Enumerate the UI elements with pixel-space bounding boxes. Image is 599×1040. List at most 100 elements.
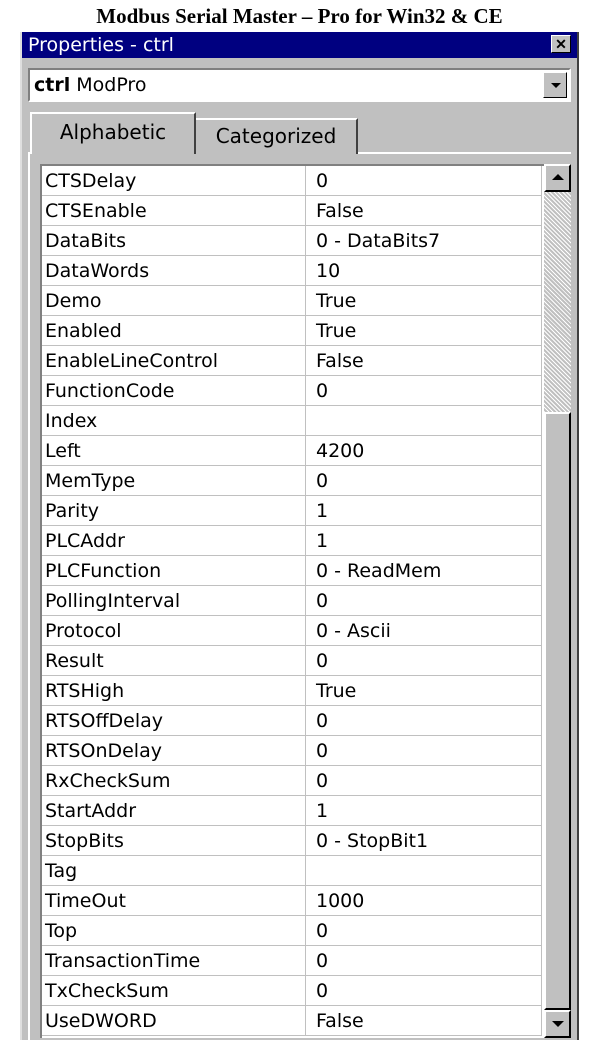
property-row[interactable]: Result 0 — [42, 646, 542, 676]
tab-categorized[interactable]: Categorized — [194, 118, 358, 154]
property-row[interactable]: Tag — [42, 856, 542, 886]
property-row[interactable]: Top 0 — [42, 916, 542, 946]
property-name[interactable]: FunctionCode — [42, 376, 306, 406]
property-name[interactable]: TimeOut — [42, 886, 306, 916]
property-name[interactable]: Protocol — [42, 616, 306, 646]
object-selector[interactable]: ctrl ModPro — [28, 68, 571, 102]
property-value[interactable]: 1 — [306, 496, 542, 526]
property-row[interactable]: TransactionTime 0 — [42, 946, 542, 976]
property-row[interactable]: RTSOffDelay 0 — [42, 706, 542, 736]
property-row[interactable]: DataBits 0 - DataBits7 — [42, 226, 542, 256]
property-name[interactable]: RTSOffDelay — [42, 706, 306, 736]
property-row[interactable]: Index — [42, 406, 542, 436]
property-value[interactable]: True — [306, 316, 542, 346]
property-row[interactable]: CTSDelay 0 — [42, 166, 542, 196]
property-row[interactable]: StopBits 0 - StopBit1 — [42, 826, 542, 856]
object-selector-dropdown-button[interactable] — [543, 72, 567, 98]
close-icon: ✕ — [555, 36, 567, 52]
property-row[interactable]: Enabled True — [42, 316, 542, 346]
property-name[interactable]: RTSHigh — [42, 676, 306, 706]
property-name[interactable]: RxCheckSum — [42, 766, 306, 796]
property-row[interactable]: TimeOut 1000 — [42, 886, 542, 916]
property-value[interactable]: 0 — [306, 166, 542, 196]
vertical-scrollbar[interactable] — [544, 164, 571, 1040]
property-name[interactable]: StartAddr — [42, 796, 306, 826]
property-value[interactable]: True — [306, 286, 542, 316]
property-value[interactable]: 1000 — [306, 886, 542, 916]
property-value[interactable]: 0 — [306, 976, 542, 1006]
property-value[interactable]: 0 - ReadMem — [306, 556, 542, 586]
close-button[interactable]: ✕ — [551, 35, 571, 53]
property-row[interactable]: PLCAddr 1 — [42, 526, 542, 556]
property-name[interactable]: Index — [42, 406, 306, 436]
property-value[interactable]: True — [306, 676, 542, 706]
property-name[interactable]: PollingInterval — [42, 586, 306, 616]
scroll-up-button[interactable] — [544, 164, 571, 192]
property-name[interactable]: StopBits — [42, 826, 306, 856]
property-value[interactable] — [306, 406, 542, 436]
property-name[interactable]: RTSOnDelay — [42, 736, 306, 766]
property-value[interactable]: 0 - StopBit1 — [306, 826, 542, 856]
window-titlebar[interactable]: Properties - ctrl ✕ — [22, 32, 577, 58]
property-row[interactable]: EnableLineControl False — [42, 346, 542, 376]
property-name[interactable]: DataWords — [42, 256, 306, 286]
property-value[interactable]: False — [306, 346, 542, 376]
property-name[interactable]: Top — [42, 916, 306, 946]
property-name[interactable]: TxCheckSum — [42, 976, 306, 1006]
property-name[interactable]: EnableLineControl — [42, 346, 306, 376]
property-value[interactable]: False — [306, 196, 542, 226]
property-name[interactable]: CTSEnable — [42, 196, 306, 226]
property-value[interactable]: 0 — [306, 376, 542, 406]
property-value[interactable]: 10 — [306, 256, 542, 286]
property-name[interactable]: PLCAddr — [42, 526, 306, 556]
property-row[interactable]: Demo True — [42, 286, 542, 316]
property-value[interactable]: 1 — [306, 796, 542, 826]
property-name[interactable]: Result — [42, 646, 306, 676]
property-value[interactable]: 0 — [306, 646, 542, 676]
property-row[interactable]: Parity 1 — [42, 496, 542, 526]
scrollbar-thumb[interactable] — [544, 412, 571, 1010]
property-value[interactable]: 0 - Ascii — [306, 616, 542, 646]
property-row[interactable]: RTSOnDelay 0 — [42, 736, 542, 766]
property-row[interactable]: UseDWORD False — [42, 1006, 542, 1036]
scrollbar-track[interactable] — [544, 192, 571, 412]
property-row[interactable]: RxCheckSum 0 — [42, 766, 542, 796]
property-value[interactable] — [306, 856, 542, 886]
property-value[interactable]: 0 — [306, 466, 542, 496]
tab-alphabetic[interactable]: Alphabetic — [30, 112, 196, 154]
property-name[interactable]: PLCFunction — [42, 556, 306, 586]
property-row[interactable]: Left 4200 — [42, 436, 542, 466]
property-value[interactable]: 4200 — [306, 436, 542, 466]
property-row[interactable]: DataWords 10 — [42, 256, 542, 286]
property-value[interactable]: 0 — [306, 586, 542, 616]
property-row[interactable]: StartAddr 1 — [42, 796, 542, 826]
property-row[interactable]: Protocol 0 - Ascii — [42, 616, 542, 646]
property-name[interactable]: MemType — [42, 466, 306, 496]
property-row[interactable]: PLCFunction 0 - ReadMem — [42, 556, 542, 586]
property-name[interactable]: Tag — [42, 856, 306, 886]
property-name[interactable]: Left — [42, 436, 306, 466]
property-name[interactable]: Enabled — [42, 316, 306, 346]
property-row[interactable]: RTSHigh True — [42, 676, 542, 706]
tab-panel: CTSDelay 0 CTSEnable False DataBits 0 - DataB… — [28, 152, 571, 1040]
property-name[interactable]: CTSDelay — [42, 166, 306, 196]
property-value[interactable]: 0 - DataBits7 — [306, 226, 542, 256]
property-value[interactable]: 0 — [306, 946, 542, 976]
property-value[interactable]: 0 — [306, 916, 542, 946]
property-row[interactable]: TxCheckSum 0 — [42, 976, 542, 1006]
property-name[interactable]: UseDWORD — [42, 1006, 306, 1036]
property-value[interactable]: False — [306, 1006, 542, 1036]
property-name[interactable]: TransactionTime — [42, 946, 306, 976]
property-row[interactable]: MemType 0 — [42, 466, 542, 496]
scroll-down-button[interactable] — [544, 1010, 571, 1038]
property-value[interactable]: 1 — [306, 526, 542, 556]
property-value[interactable]: 0 — [306, 706, 542, 736]
property-name[interactable]: DataBits — [42, 226, 306, 256]
property-name[interactable]: Demo — [42, 286, 306, 316]
property-row[interactable]: FunctionCode 0 — [42, 376, 542, 406]
property-row[interactable]: CTSEnable False — [42, 196, 542, 226]
property-row[interactable]: PollingInterval 0 — [42, 586, 542, 616]
property-value[interactable]: 0 — [306, 736, 542, 766]
property-value[interactable]: 0 — [306, 766, 542, 796]
property-name[interactable]: Parity — [42, 496, 306, 526]
